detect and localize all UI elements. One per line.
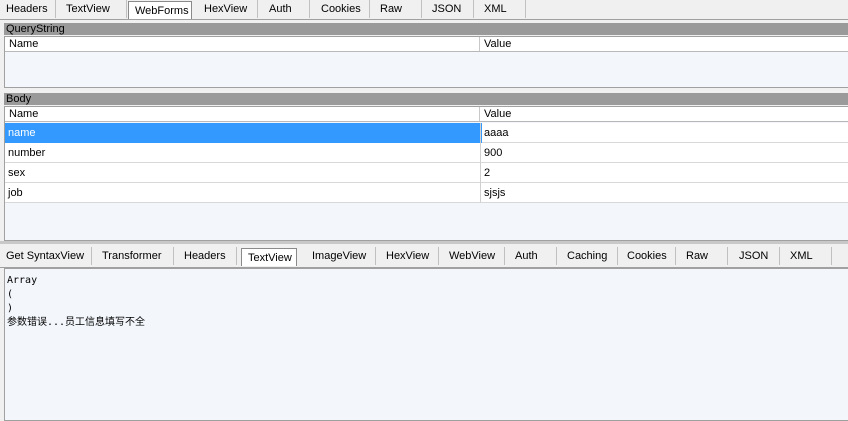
- table-row[interactable]: sex 2: [5, 163, 848, 183]
- row-value-cell[interactable]: 2: [480, 163, 848, 183]
- row-name-cell[interactable]: job: [5, 183, 482, 203]
- column-header-value[interactable]: Value: [480, 107, 511, 121]
- text-line: Array: [7, 275, 38, 286]
- tab-transformer[interactable]: Transformer: [92, 247, 174, 265]
- body-header: Body: [4, 93, 848, 105]
- response-tab-bar: Get SyntaxView Transformer Headers TextV…: [0, 247, 848, 268]
- tab-caching[interactable]: Caching: [557, 247, 618, 265]
- pane-splitter[interactable]: [0, 241, 848, 244]
- tab-textview[interactable]: TextView: [241, 248, 297, 266]
- text-line: ): [7, 303, 14, 314]
- querystring-grid-header: Name Value: [5, 37, 848, 52]
- body-grid-header: Name Value: [5, 107, 848, 122]
- querystring-grid[interactable]: Name Value: [4, 36, 848, 88]
- tab-headers[interactable]: Headers: [0, 0, 56, 18]
- tab-json[interactable]: JSON: [422, 0, 474, 18]
- tab-hexview[interactable]: HexView: [198, 0, 258, 18]
- tab-imageview[interactable]: ImageView: [302, 247, 376, 265]
- tab-cookies[interactable]: Cookies: [618, 247, 676, 265]
- column-header-name[interactable]: Name: [5, 107, 38, 121]
- tab-headers[interactable]: Headers: [174, 247, 237, 265]
- response-text-area[interactable]: Array ( ) 参数错误...员工信息填写不全: [4, 268, 848, 421]
- row-name-cell[interactable]: number: [5, 143, 482, 163]
- tab-auth[interactable]: Auth: [258, 0, 310, 18]
- tab-auth[interactable]: Auth: [505, 247, 557, 265]
- table-row[interactable]: job sjsjs: [5, 183, 848, 203]
- tab-json[interactable]: JSON: [728, 247, 780, 265]
- tab-cookies[interactable]: Cookies: [310, 0, 370, 18]
- tab-hexview[interactable]: HexView: [376, 247, 439, 265]
- tab-raw[interactable]: Raw: [676, 247, 728, 265]
- tab-get-syntaxview[interactable]: Get SyntaxView: [0, 247, 92, 265]
- row-value-cell[interactable]: sjsjs: [480, 183, 848, 203]
- row-value-cell[interactable]: aaaa: [480, 123, 848, 143]
- tab-raw[interactable]: Raw: [370, 0, 422, 18]
- body-grid[interactable]: Name Value name aaaa number 900 sex 2 jo…: [4, 106, 848, 241]
- tab-textview[interactable]: TextView: [56, 0, 127, 18]
- tab-webforms[interactable]: WebForms: [128, 1, 192, 19]
- table-row[interactable]: name aaaa: [5, 123, 848, 143]
- row-value-cell[interactable]: 900: [480, 143, 848, 163]
- tab-xml[interactable]: XML: [474, 0, 526, 18]
- request-tab-bar: Headers TextView WebForms HexView Auth C…: [0, 0, 848, 20]
- table-row[interactable]: number 900: [5, 143, 848, 163]
- tab-xml[interactable]: XML: [780, 247, 832, 265]
- text-line: 参数错误...员工信息填写不全: [7, 317, 146, 328]
- row-name-cell[interactable]: sex: [5, 163, 482, 183]
- column-header-name[interactable]: Name: [5, 37, 38, 51]
- text-line: (: [7, 289, 14, 300]
- tab-webview[interactable]: WebView: [439, 247, 505, 265]
- querystring-header: QueryString: [4, 23, 848, 35]
- column-header-value[interactable]: Value: [480, 37, 511, 51]
- row-name-cell[interactable]: name: [5, 123, 482, 143]
